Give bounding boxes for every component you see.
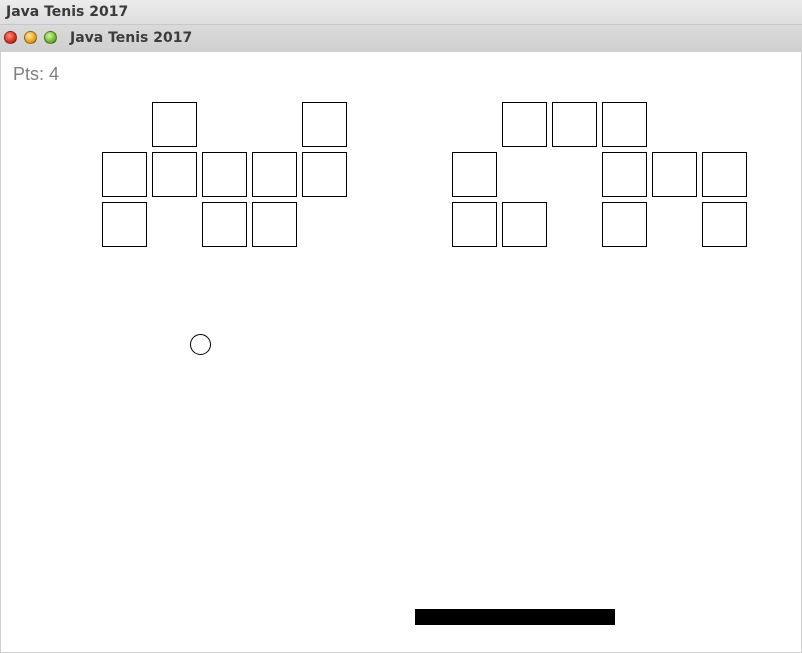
brick bbox=[452, 152, 497, 197]
brick bbox=[152, 152, 197, 197]
brick bbox=[702, 202, 747, 247]
brick bbox=[602, 152, 647, 197]
maximize-window-button[interactable] bbox=[44, 31, 57, 44]
brick bbox=[152, 102, 197, 147]
paddle[interactable] bbox=[415, 609, 615, 625]
brick bbox=[602, 202, 647, 247]
brick bbox=[202, 202, 247, 247]
brick bbox=[302, 102, 347, 147]
brick bbox=[302, 152, 347, 197]
ball bbox=[190, 334, 211, 355]
window-title: Java Tenis 2017 bbox=[70, 30, 193, 46]
game-canvas[interactable]: Pts: 4 bbox=[0, 52, 802, 653]
brick bbox=[702, 152, 747, 197]
brick bbox=[502, 102, 547, 147]
minimize-window-button[interactable] bbox=[24, 31, 37, 44]
brick bbox=[452, 202, 497, 247]
score-label: Pts: 4 bbox=[13, 64, 60, 84]
close-window-button[interactable] bbox=[4, 31, 17, 44]
brick bbox=[652, 152, 697, 197]
brick bbox=[602, 102, 647, 147]
brick bbox=[502, 202, 547, 247]
brick bbox=[252, 152, 297, 197]
brick bbox=[102, 152, 147, 197]
app-menu-bar: Java Tenis 2017 bbox=[0, 0, 802, 25]
brick bbox=[552, 102, 597, 147]
brick bbox=[202, 152, 247, 197]
window-titlebar[interactable]: Java Tenis 2017 bbox=[0, 25, 802, 53]
brick bbox=[252, 202, 297, 247]
brick bbox=[102, 202, 147, 247]
app-title: Java Tenis 2017 bbox=[6, 4, 129, 20]
